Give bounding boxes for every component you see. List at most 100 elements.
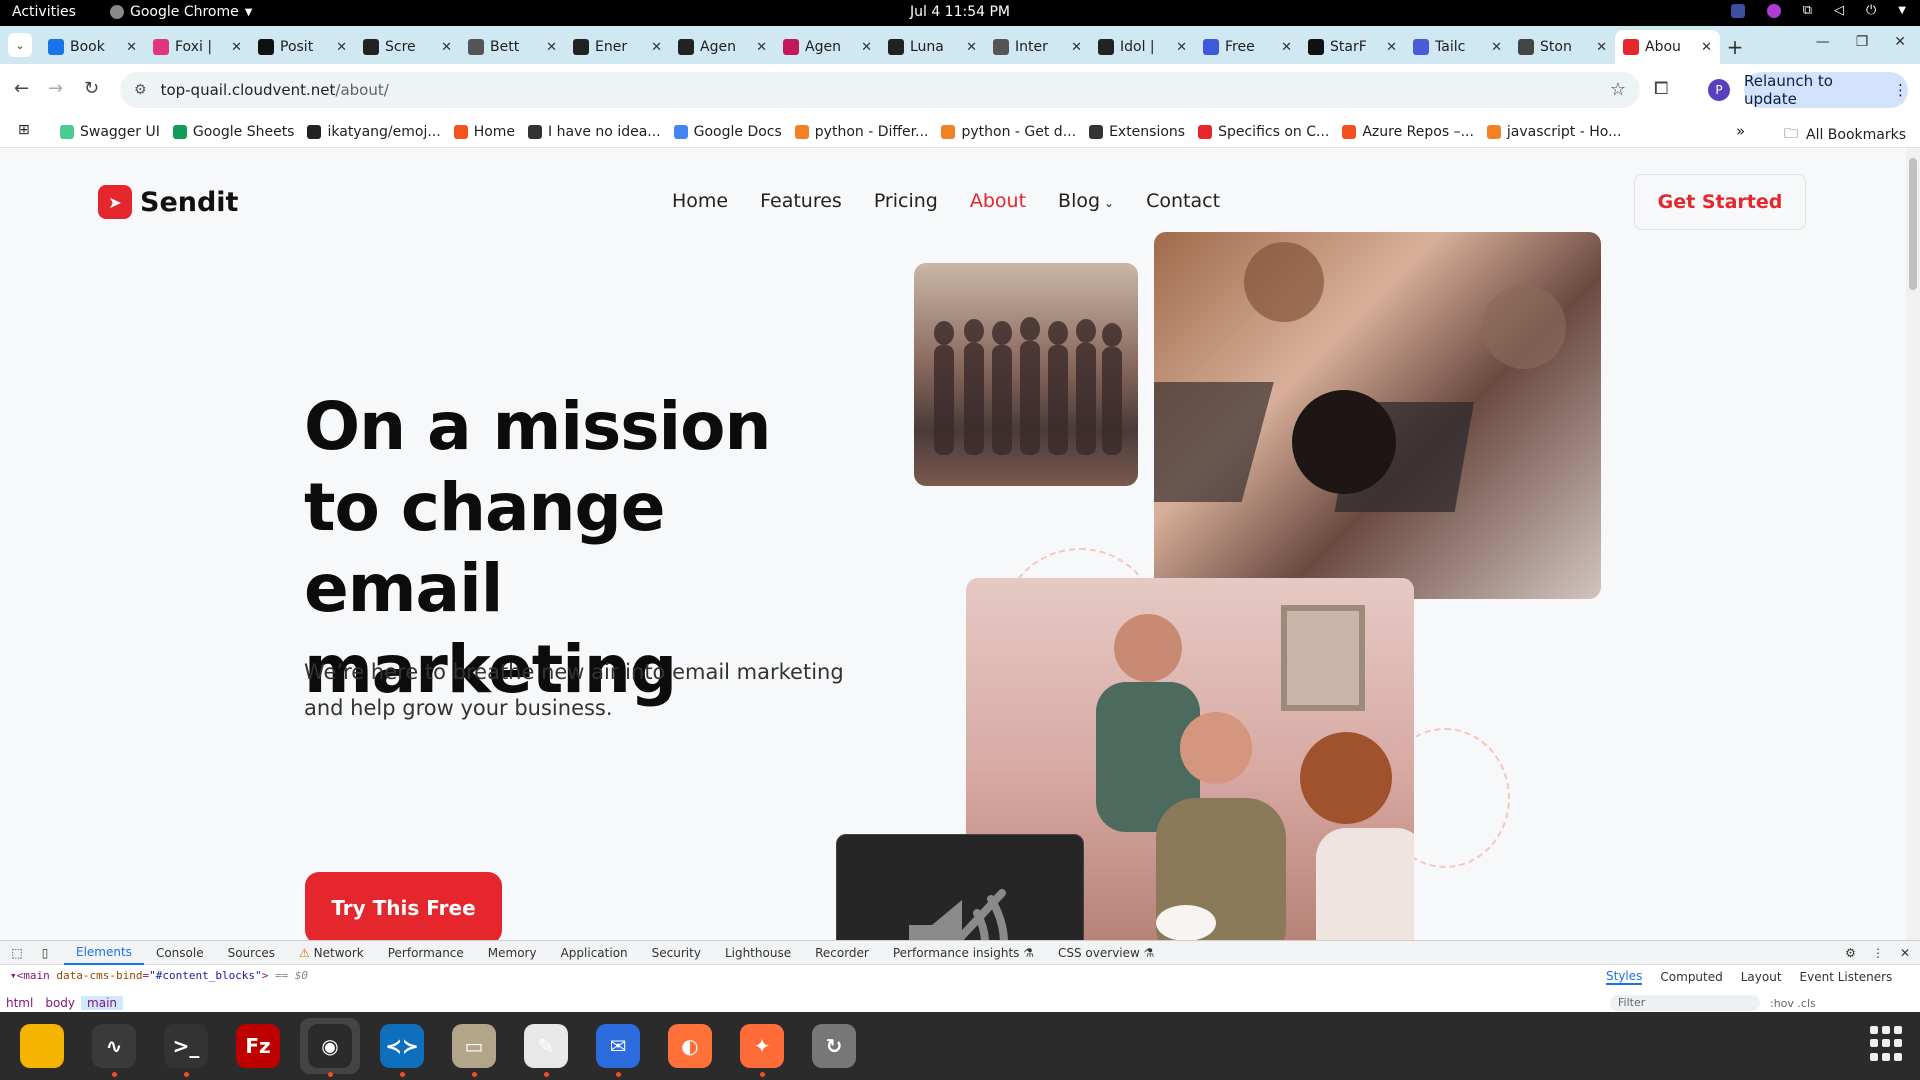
relaunch-to-update-button[interactable]: Relaunch to update ⋮ bbox=[1744, 72, 1908, 108]
dock-app-thunderbird[interactable]: ✉ bbox=[588, 1018, 648, 1077]
tab-close-icon[interactable]: ✕ bbox=[336, 40, 347, 55]
devtools-tab[interactable]: ⚠ Network bbox=[287, 946, 376, 960]
site-logo[interactable]: ➤ Sendit bbox=[98, 185, 238, 219]
styles-pane-tab[interactable]: Event Listeners bbox=[1800, 970, 1893, 984]
browser-tab[interactable]: Luna ✕ bbox=[880, 30, 985, 64]
tab-close-icon[interactable]: ✕ bbox=[1491, 40, 1502, 55]
browser-tab[interactable]: Abou ✕ bbox=[1615, 30, 1720, 64]
devtools-tab[interactable]: CSS overview ⚗ bbox=[1046, 946, 1166, 960]
close-icon[interactable]: ✕ bbox=[1894, 34, 1906, 50]
bookmark-item[interactable]: Specifics on C... bbox=[1198, 124, 1329, 140]
new-tab-icon[interactable]: + bbox=[1720, 30, 1750, 64]
app-menu[interactable]: Google Chrome ▼ bbox=[110, 4, 252, 20]
show-applications-icon[interactable] bbox=[1870, 1026, 1906, 1062]
bookmark-item[interactable]: Home bbox=[453, 124, 515, 140]
clock[interactable]: Jul 4 11:54 PM bbox=[910, 4, 1010, 20]
tab-close-icon[interactable]: ✕ bbox=[861, 40, 872, 55]
inspect-element-icon[interactable]: ⬚ bbox=[6, 946, 28, 960]
dom-breadcrumb[interactable]: body bbox=[39, 996, 81, 1010]
nav-link-home[interactable]: Home bbox=[672, 190, 728, 212]
minimize-icon[interactable]: — bbox=[1816, 34, 1830, 50]
browser-tab[interactable]: Agen ✕ bbox=[670, 30, 775, 64]
browser-tab[interactable]: Posit ✕ bbox=[250, 30, 355, 64]
styles-pane-tab[interactable]: Computed bbox=[1660, 970, 1722, 984]
extensions-icon[interactable]: ⧠ bbox=[1654, 78, 1668, 99]
dom-tree-line[interactable]: ▾<main data-cms-bind="#content_blocks"> … bbox=[0, 965, 1600, 993]
restore-icon[interactable]: ❐ bbox=[1856, 34, 1869, 50]
device-toolbar-icon[interactable]: ▯ bbox=[34, 946, 56, 960]
bookmark-item[interactable]: Google Sheets bbox=[172, 124, 294, 140]
nav-link-pricing[interactable]: Pricing bbox=[874, 190, 938, 212]
devtools-tab[interactable]: Application bbox=[549, 946, 640, 960]
dom-breadcrumb[interactable]: html bbox=[0, 996, 39, 1010]
dock-app-notes[interactable] bbox=[12, 1018, 72, 1074]
chevron-down-icon[interactable]: ▼ bbox=[1898, 5, 1906, 16]
bookmark-item[interactable]: ikatyang/emoj... bbox=[307, 124, 441, 140]
tab-search-button[interactable]: ⌄ bbox=[8, 33, 32, 57]
close-icon[interactable]: ✕ bbox=[1900, 946, 1910, 960]
all-bookmarks-button[interactable]: 🗀 All Bookmarks bbox=[1784, 123, 1906, 147]
devtools-tab[interactable]: Elements bbox=[64, 941, 144, 965]
more-vert-icon[interactable]: ⋮ bbox=[1872, 946, 1884, 960]
power-icon[interactable]: ⏻ bbox=[1866, 3, 1876, 18]
tab-close-icon[interactable]: ✕ bbox=[1596, 40, 1607, 55]
scrollbar-thumb[interactable] bbox=[1909, 158, 1917, 290]
page-scrollbar[interactable] bbox=[1906, 148, 1920, 940]
browser-tab[interactable]: Free ✕ bbox=[1195, 30, 1300, 64]
profile-avatar[interactable]: P bbox=[1708, 79, 1730, 101]
browser-tab[interactable]: Book ✕ bbox=[40, 30, 145, 64]
dock-app-postman[interactable]: ✦ bbox=[732, 1018, 792, 1077]
devtools-tab[interactable]: Lighthouse bbox=[713, 946, 803, 960]
back-icon[interactable]: ← bbox=[14, 78, 29, 99]
nav-link-features[interactable]: Features bbox=[760, 190, 842, 212]
tray-color-icon[interactable] bbox=[1766, 3, 1781, 18]
nav-link-blog[interactable]: Blog ⌄ bbox=[1058, 190, 1114, 212]
dock-app-files[interactable]: ▭ bbox=[444, 1018, 504, 1077]
tab-close-icon[interactable]: ✕ bbox=[1176, 40, 1187, 55]
bookmark-item[interactable]: Swagger UI bbox=[60, 124, 160, 140]
tab-close-icon[interactable]: ✕ bbox=[1386, 40, 1397, 55]
devtools-tab[interactable]: Performance bbox=[376, 946, 476, 960]
browser-tab[interactable]: Tailc ✕ bbox=[1405, 30, 1510, 64]
bookmark-item[interactable]: python - Get d... bbox=[941, 124, 1076, 140]
bookmark-item[interactable]: python - Differ... bbox=[794, 124, 928, 140]
volume-icon[interactable]: ◁ bbox=[1834, 3, 1844, 18]
system-tray[interactable]: ⧉ ◁ ⏻ ▼ bbox=[1730, 3, 1906, 18]
dock-app-vscode[interactable]: ≺≻ bbox=[372, 1018, 432, 1077]
tray-app-icon[interactable] bbox=[1730, 3, 1745, 18]
tab-close-icon[interactable]: ✕ bbox=[651, 40, 662, 55]
tab-close-icon[interactable]: ✕ bbox=[1071, 40, 1082, 55]
tab-close-icon[interactable]: ✕ bbox=[231, 40, 242, 55]
dock-app-terminal[interactable]: >_ bbox=[156, 1018, 216, 1077]
browser-tab[interactable]: Scre ✕ bbox=[355, 30, 460, 64]
devtools-tab[interactable]: Memory bbox=[476, 946, 549, 960]
tab-close-icon[interactable]: ✕ bbox=[546, 40, 557, 55]
bookmark-item[interactable]: Extensions bbox=[1089, 124, 1185, 140]
tab-close-icon[interactable]: ✕ bbox=[966, 40, 977, 55]
reload-icon[interactable]: ↻ bbox=[84, 78, 99, 99]
forward-icon[interactable]: → bbox=[48, 78, 63, 99]
devtools-tab[interactable]: Console bbox=[144, 946, 216, 960]
nav-link-contact[interactable]: Contact bbox=[1146, 190, 1220, 212]
devtools-tab[interactable]: Sources bbox=[216, 946, 287, 960]
dock-app-system-monitor[interactable]: ∿ bbox=[84, 1018, 144, 1077]
bookmark-item[interactable]: I have no idea... bbox=[528, 124, 661, 140]
bookmark-item[interactable]: Google Docs bbox=[673, 124, 782, 140]
more-bookmarks-icon[interactable]: » bbox=[1736, 122, 1745, 140]
styles-pane-tab[interactable]: Styles bbox=[1606, 969, 1643, 985]
styles-filter-input[interactable]: Filter bbox=[1610, 995, 1760, 1011]
devtools-tab[interactable]: Security bbox=[640, 946, 713, 960]
dom-breadcrumb[interactable]: main bbox=[81, 996, 124, 1010]
dock-app-firefox[interactable]: ◐ bbox=[660, 1018, 720, 1074]
apps-grid-icon[interactable]: ⊞ bbox=[18, 122, 30, 138]
tab-close-icon[interactable]: ✕ bbox=[1701, 40, 1712, 55]
devtools-tab[interactable]: Performance insights ⚗ bbox=[881, 946, 1046, 960]
browser-tab[interactable]: Ener ✕ bbox=[565, 30, 670, 64]
tab-close-icon[interactable]: ✕ bbox=[1281, 40, 1292, 55]
dock-app-updater[interactable]: ↻ bbox=[804, 1018, 864, 1074]
dock-app-chrome[interactable]: ◉ bbox=[300, 1018, 360, 1077]
styles-filter-tools[interactable]: :hov .cls bbox=[1770, 997, 1816, 1010]
devtools-tab[interactable]: Recorder bbox=[803, 946, 881, 960]
browser-tab[interactable]: Ston ✕ bbox=[1510, 30, 1615, 64]
browser-tab[interactable]: StarF ✕ bbox=[1300, 30, 1405, 64]
